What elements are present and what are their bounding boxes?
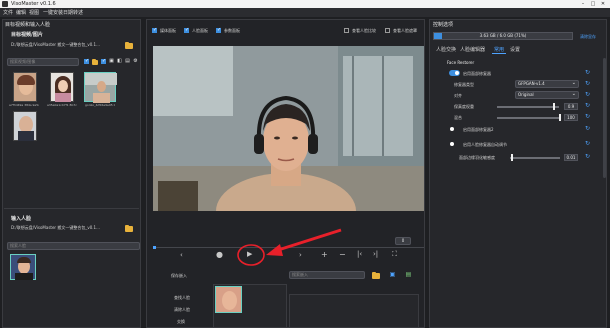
embeddings-area (289, 294, 419, 328)
restorer-type-label: 修复器类型 (454, 82, 474, 87)
reset-icon[interactable]: ↻ (584, 69, 591, 76)
auto-sensitivity-value[interactable]: 0.01 (564, 154, 578, 161)
active-tab-underline (492, 53, 506, 54)
restorer2-toggle[interactable] (450, 127, 454, 131)
restorer-type-select[interactable]: GFPGAN-v1.4 (515, 80, 579, 88)
auto-restorer-toggle[interactable] (450, 142, 454, 146)
tab-settings[interactable]: 设置 (510, 46, 520, 53)
fidelity-label: 保真度权重 (454, 104, 474, 109)
find-faces-button[interactable]: 查找人脸 (174, 295, 190, 301)
reset-icon[interactable]: ↻ (584, 140, 591, 147)
auto-sensitivity-handle[interactable] (511, 154, 513, 161)
blend-value[interactable]: 100 (564, 114, 578, 121)
vram-text: 3.63 GB / 6.0 GB (71%) (479, 33, 527, 38)
blend-slider-track[interactable] (497, 117, 559, 119)
save-icon[interactable]: ▣ (389, 271, 396, 278)
blend-slider-handle[interactable] (559, 114, 561, 121)
right-panel-title: 控制选项 (433, 22, 454, 28)
reset-icon[interactable]: ↻ (584, 102, 591, 109)
annotation-arrow-head (266, 244, 283, 256)
save-embeddings-label[interactable]: 保存嵌入 (171, 273, 187, 279)
tab-common[interactable]: 常用 (494, 46, 504, 53)
enable-restorer2-label: 启用面部修复器2 (463, 127, 494, 132)
reset-icon[interactable]: ↻ (584, 91, 591, 98)
fidelity-slider-track[interactable] (497, 106, 559, 108)
auto-sensitivity-track[interactable] (510, 157, 560, 159)
enable-restorer-toggle[interactable] (449, 70, 460, 76)
enable-restorer-label: 启用面部修复器 (463, 71, 491, 76)
clear-vram-button[interactable]: 清除显存 (580, 34, 596, 40)
embeddings-search-input[interactable]: 搜索嵌入 (289, 271, 365, 279)
tab-face-swap[interactable]: 人脸交换 (436, 46, 456, 53)
enable-auto-label: 启用人脸修复器自动调节 (463, 142, 507, 147)
annotation-arrow-line (274, 228, 342, 253)
found-face-thumb[interactable] (215, 286, 242, 313)
embeddings-open-icon[interactable] (372, 272, 380, 279)
blend-label: 混合 (454, 115, 462, 120)
reset-icon[interactable]: ↻ (584, 153, 591, 160)
fidelity-value[interactable]: 0.9 (564, 103, 578, 110)
section-face-restorer: Face Restorer (447, 60, 475, 65)
export-icon[interactable]: ▤ (405, 271, 412, 278)
clear-faces-button[interactable]: 清除人脸 (174, 307, 190, 313)
tab-face-editor[interactable]: 人脸编辑器 (460, 46, 485, 53)
align-select[interactable]: Original (515, 91, 579, 99)
annotation-circle (237, 244, 265, 266)
right-panel: 控制选项 (429, 19, 607, 328)
swap-faces-button[interactable]: 交换 (177, 319, 185, 325)
auto-sensitivity-label: 面部边缘羽化敏感度 (459, 155, 495, 160)
vram-bar: 3.63 GB / 6.0 GB (71%) (433, 32, 573, 40)
fidelity-slider-handle[interactable] (553, 103, 555, 110)
reset-icon[interactable]: ↻ (584, 113, 591, 120)
scrollbar[interactable] (603, 58, 606, 178)
reset-icon[interactable]: ↻ (584, 125, 591, 132)
align-label: 对齐 (454, 93, 462, 98)
reset-icon[interactable]: ↻ (584, 80, 591, 87)
